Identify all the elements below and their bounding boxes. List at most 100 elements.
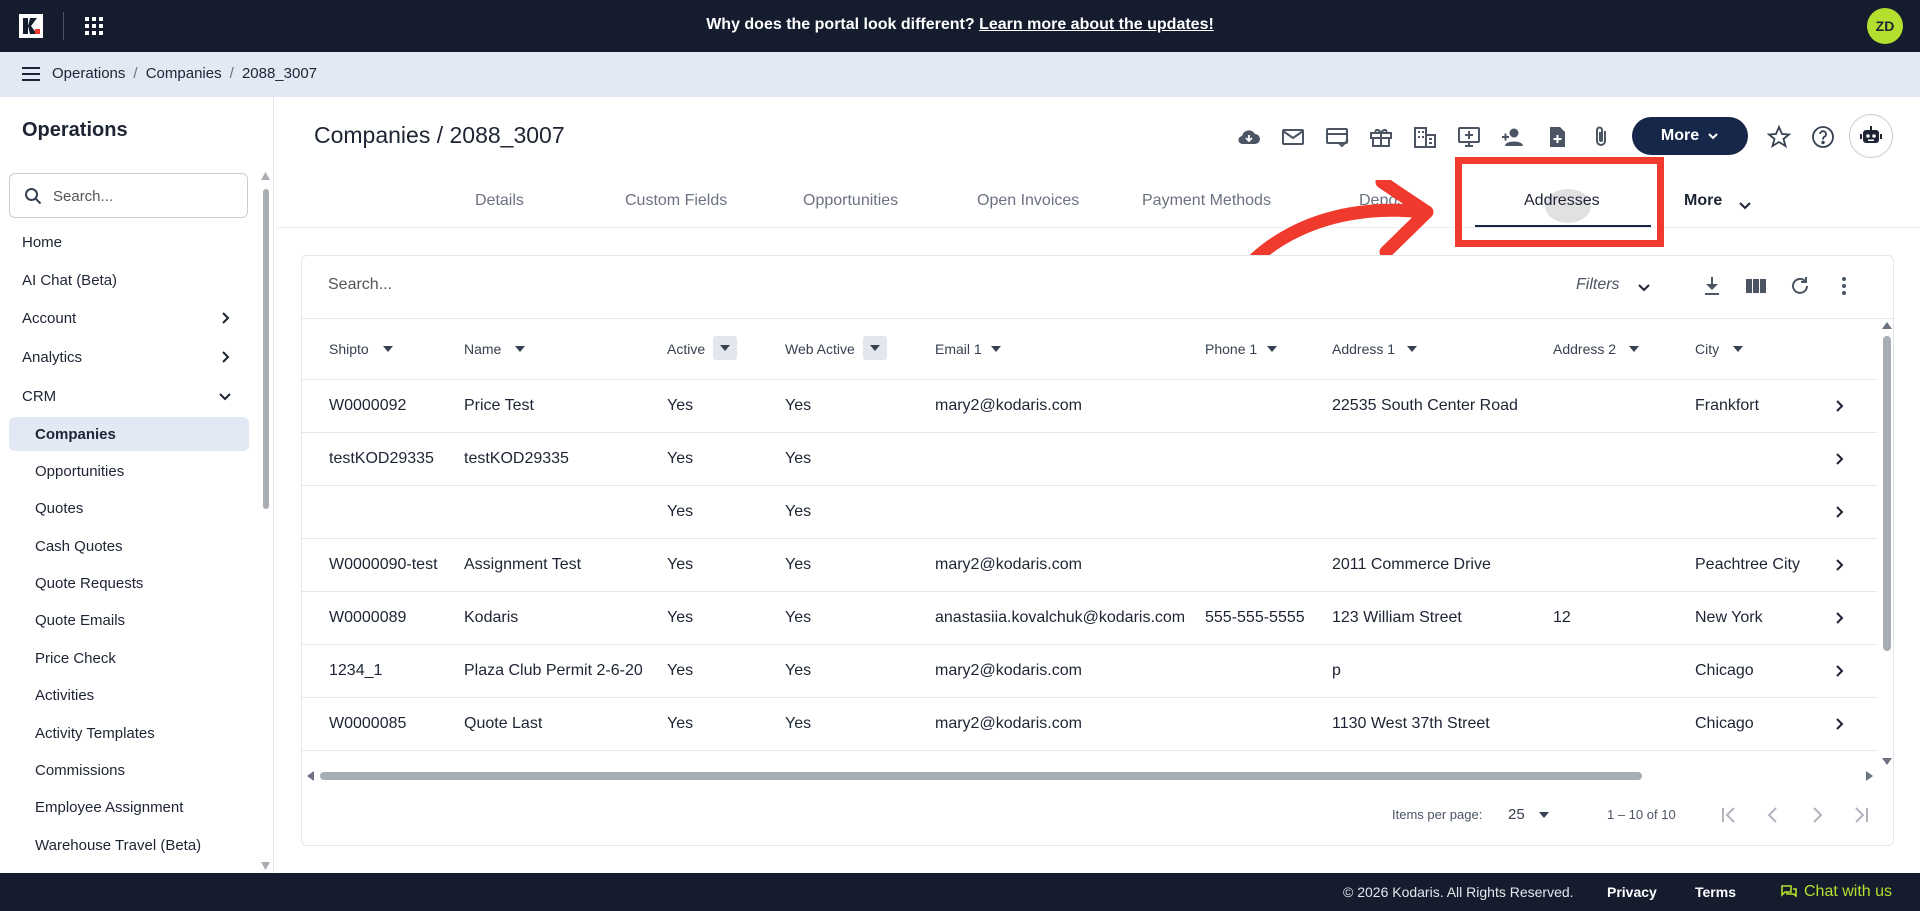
- page-size-select[interactable]: 25: [1508, 806, 1525, 823]
- scroll-up-arrow-icon[interactable]: [1882, 322, 1892, 329]
- last-page-icon[interactable]: [1849, 803, 1873, 827]
- sidebar-item-account[interactable]: Account: [22, 310, 76, 327]
- sidebar-search[interactable]: [9, 173, 248, 218]
- chevron-right-icon[interactable]: [1832, 399, 1846, 413]
- sidebar-scrollbar[interactable]: [263, 189, 269, 509]
- privacy-link[interactable]: Privacy: [1607, 884, 1657, 900]
- menu-icon[interactable]: [22, 67, 40, 81]
- file-add-icon[interactable]: [1544, 124, 1570, 150]
- scroll-down-arrow-icon[interactable]: [261, 862, 270, 870]
- table-row[interactable]: Yes Yes: [302, 486, 1877, 539]
- sidebar-item-analytics[interactable]: Analytics: [22, 349, 82, 366]
- tab-open-invoices[interactable]: Open Invoices: [977, 192, 1079, 210]
- sidebar-item-quotes[interactable]: Quotes: [35, 500, 83, 517]
- scroll-up-arrow-icon[interactable]: [261, 172, 270, 180]
- sidebar-item-ai-chat[interactable]: AI Chat (Beta): [22, 272, 117, 289]
- tab-details[interactable]: Details: [475, 192, 524, 210]
- sort-caret-icon[interactable]: [1407, 346, 1417, 352]
- column-header-email[interactable]: Email 1: [935, 341, 982, 357]
- user-avatar[interactable]: ZD: [1867, 8, 1903, 44]
- ai-assistant-button[interactable]: [1849, 114, 1893, 158]
- table-search-input[interactable]: [328, 276, 828, 294]
- previous-page-icon[interactable]: [1761, 803, 1785, 827]
- chevron-right-icon[interactable]: [1832, 452, 1846, 466]
- table-row[interactable]: 1234_1 Plaza Club Permit 2-6-20 Yes Yes …: [302, 645, 1877, 698]
- chevron-right-icon[interactable]: [1832, 505, 1846, 519]
- breadcrumb-companies[interactable]: Companies: [146, 65, 222, 82]
- column-header-name[interactable]: Name: [464, 341, 501, 357]
- tabs-more-button[interactable]: More: [1684, 192, 1722, 210]
- column-header-city[interactable]: City: [1695, 341, 1719, 357]
- sidebar-item-employee-assignment[interactable]: Employee Assignment: [35, 799, 183, 816]
- sidebar-item-warehouse-travel[interactable]: Warehouse Travel (Beta): [35, 837, 201, 854]
- column-filter-web-active[interactable]: [863, 336, 887, 360]
- sidebar-item-cash-quotes[interactable]: Cash Quotes: [35, 538, 123, 555]
- scroll-left-arrow-icon[interactable]: [307, 771, 314, 781]
- sort-caret-icon[interactable]: [515, 346, 525, 352]
- column-filter-active[interactable]: [713, 336, 737, 360]
- sidebar-item-activities[interactable]: Activities: [35, 687, 94, 704]
- next-page-icon[interactable]: [1805, 803, 1829, 827]
- card-check-icon[interactable]: [1324, 124, 1350, 150]
- monitor-add-icon[interactable]: [1456, 124, 1482, 150]
- gift-icon[interactable]: [1368, 124, 1394, 150]
- filters-button[interactable]: Filters: [1576, 276, 1620, 294]
- column-header-active[interactable]: Active: [667, 341, 705, 357]
- tab-opportunities[interactable]: Opportunities: [803, 192, 898, 210]
- chevron-down-icon[interactable]: [1637, 280, 1651, 294]
- sort-caret-icon[interactable]: [1733, 346, 1743, 352]
- chat-with-us-button[interactable]: Chat with us: [1780, 883, 1892, 901]
- table-row[interactable]: W0000089 Kodaris Yes Yes anastasiia.kova…: [302, 592, 1877, 645]
- person-add-icon[interactable]: [1500, 124, 1526, 150]
- more-vertical-icon[interactable]: [1832, 274, 1856, 298]
- first-page-icon[interactable]: [1717, 803, 1741, 827]
- sort-caret-icon[interactable]: [1267, 346, 1277, 352]
- table-horizontal-scrollbar[interactable]: [320, 772, 1642, 780]
- column-header-address-2[interactable]: Address 2: [1553, 341, 1616, 357]
- cloud-download-icon[interactable]: [1236, 124, 1262, 150]
- chevron-down-icon[interactable]: [1738, 198, 1752, 212]
- star-icon[interactable]: [1766, 124, 1792, 150]
- columns-icon[interactable]: [1744, 274, 1768, 298]
- scroll-right-arrow-icon[interactable]: [1866, 771, 1873, 781]
- paperclip-icon[interactable]: [1588, 124, 1614, 150]
- caret-down-icon[interactable]: [1539, 812, 1549, 818]
- chevron-right-icon[interactable]: [1832, 717, 1846, 731]
- download-icon[interactable]: [1700, 274, 1724, 298]
- buildings-icon[interactable]: [1412, 124, 1438, 150]
- table-row[interactable]: W0000092 Price Test Yes Yes mary2@kodari…: [302, 380, 1877, 433]
- table-search[interactable]: [328, 276, 828, 294]
- breadcrumb-operations[interactable]: Operations: [52, 65, 125, 82]
- chevron-right-icon[interactable]: [1832, 664, 1846, 678]
- announcement-link[interactable]: Learn more about the updates!: [979, 16, 1214, 33]
- column-header-address-1[interactable]: Address 1: [1332, 341, 1395, 357]
- help-icon[interactable]: [1810, 124, 1836, 150]
- column-header-phone[interactable]: Phone 1: [1205, 341, 1257, 357]
- table-row[interactable]: W0000090-test Assignment Test Yes Yes ma…: [302, 539, 1877, 592]
- sidebar-item-commissions[interactable]: Commissions: [35, 762, 125, 779]
- terms-link[interactable]: Terms: [1695, 884, 1736, 900]
- sidebar-item-crm[interactable]: CRM: [22, 388, 56, 405]
- sort-caret-icon[interactable]: [991, 346, 1001, 352]
- sidebar-item-quote-emails[interactable]: Quote Emails: [35, 612, 125, 629]
- sidebar-search-input[interactable]: [53, 184, 238, 208]
- sidebar-item-activity-templates[interactable]: Activity Templates: [35, 725, 155, 742]
- sort-caret-icon[interactable]: [1629, 346, 1639, 352]
- chevron-right-icon[interactable]: [1832, 611, 1846, 625]
- sidebar-item-price-check[interactable]: Price Check: [35, 650, 116, 667]
- sidebar-item-companies[interactable]: Companies: [35, 426, 116, 443]
- tab-custom-fields[interactable]: Custom Fields: [625, 192, 727, 210]
- scroll-down-arrow-icon[interactable]: [1882, 758, 1892, 765]
- chevron-right-icon[interactable]: [1832, 558, 1846, 572]
- table-row[interactable]: W0000085 Quote Last Yes Yes mary2@kodari…: [302, 698, 1877, 751]
- table-vertical-scrollbar[interactable]: [1883, 336, 1891, 651]
- sidebar-item-home[interactable]: Home: [22, 234, 62, 251]
- column-header-shipto[interactable]: Shipto: [329, 341, 369, 357]
- column-header-web-active[interactable]: Web Active: [785, 341, 855, 357]
- table-row[interactable]: testKOD29335 testKOD29335 Yes Yes: [302, 433, 1877, 486]
- sort-caret-icon[interactable]: [383, 346, 393, 352]
- sidebar-item-quote-requests[interactable]: Quote Requests: [35, 575, 143, 592]
- refresh-icon[interactable]: [1788, 274, 1812, 298]
- more-actions-button[interactable]: More: [1632, 117, 1748, 155]
- mail-icon[interactable]: [1280, 124, 1306, 150]
